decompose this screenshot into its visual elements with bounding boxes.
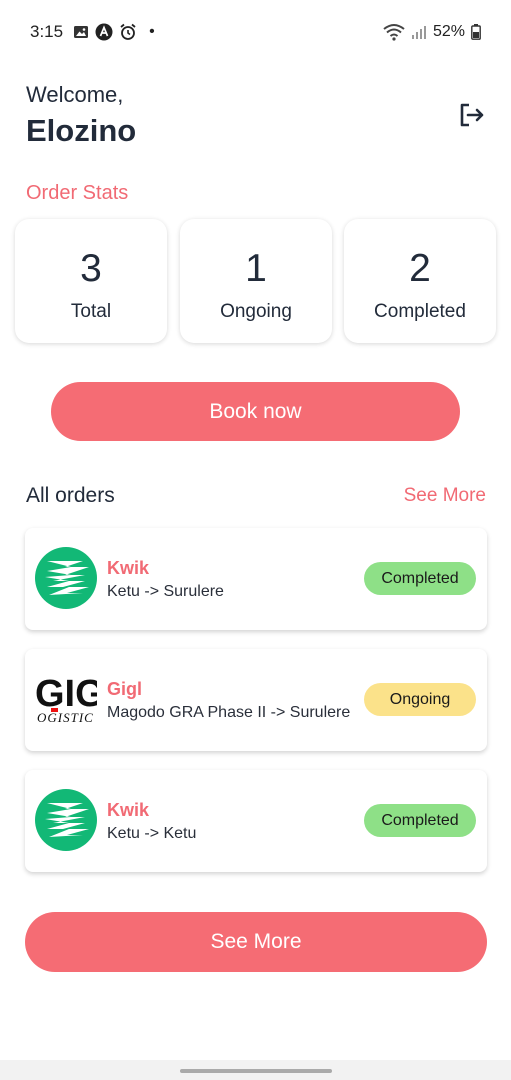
stat-completed-value: 2: [409, 247, 431, 290]
order-route: Ketu -> Ketu: [107, 825, 197, 842]
gigl-logo-text: GIG: [35, 673, 97, 715]
alarm-icon: [119, 23, 137, 41]
image-icon: [73, 24, 89, 40]
stat-completed-label: Completed: [374, 301, 466, 322]
order-route: Magodo GRA Phase II -> Surulere: [107, 704, 351, 721]
status-badge: Ongoing: [364, 683, 476, 716]
all-orders-title: All orders: [26, 484, 115, 507]
stat-total-label: Total: [70, 301, 112, 322]
home-gesture-handle[interactable]: [180, 1069, 332, 1073]
book-now-button[interactable]: Book now: [51, 382, 460, 441]
battery-icon: [471, 24, 481, 40]
order-courier-name: Kwik: [107, 800, 150, 820]
see-more-button[interactable]: See More: [25, 912, 487, 972]
stat-card-completed: 2 Completed: [344, 219, 496, 343]
status-badge: Completed: [364, 562, 476, 595]
order-stats-title: Order Stats: [26, 182, 129, 204]
see-more-link[interactable]: See More: [404, 485, 486, 507]
battery-text: 52%: [432, 23, 465, 40]
status-bar: 3:15 • 52%: [0, 0, 511, 64]
status-left: 3:15 •: [30, 22, 155, 42]
wifi-icon: [383, 23, 405, 41]
status-dot: •: [149, 23, 155, 40]
stat-card-total: 3 Total: [15, 219, 167, 343]
status-right: 52%: [383, 23, 481, 41]
stat-ongoing-label: Ongoing: [220, 301, 292, 322]
logout-icon: [457, 101, 485, 134]
order-courier-name: Kwik: [107, 558, 150, 578]
stat-total-value: 3: [80, 247, 102, 290]
order-card[interactable]: GIG OGISTIC Gigl Magodo GRA Phase II -> …: [25, 649, 487, 751]
gigl-logo-subtext: OGISTIC: [37, 710, 94, 725]
order-card[interactable]: Kwik Ketu -> Surulere Completed: [25, 528, 487, 630]
navigation-bar: [0, 1060, 511, 1080]
order-route: Ketu -> Surulere: [107, 583, 224, 600]
welcome-text: Welcome,: [26, 82, 124, 107]
a-circle-icon: [95, 23, 113, 41]
status-time: 3:15: [30, 22, 64, 41]
stat-card-ongoing: 1 Ongoing: [180, 219, 332, 343]
gigl-logo: GIG OGISTIC: [33, 668, 97, 730]
kwik-logo: [35, 789, 97, 851]
username: Elozino: [26, 113, 137, 148]
order-courier-name: Gigl: [107, 679, 142, 699]
status-badge: Completed: [364, 804, 476, 837]
kwik-logo: [35, 547, 97, 609]
logout-button[interactable]: [455, 101, 487, 133]
stat-ongoing-value: 1: [245, 247, 267, 290]
order-card[interactable]: Kwik Ketu -> Ketu Completed: [25, 770, 487, 872]
signal-icon: [411, 24, 427, 40]
